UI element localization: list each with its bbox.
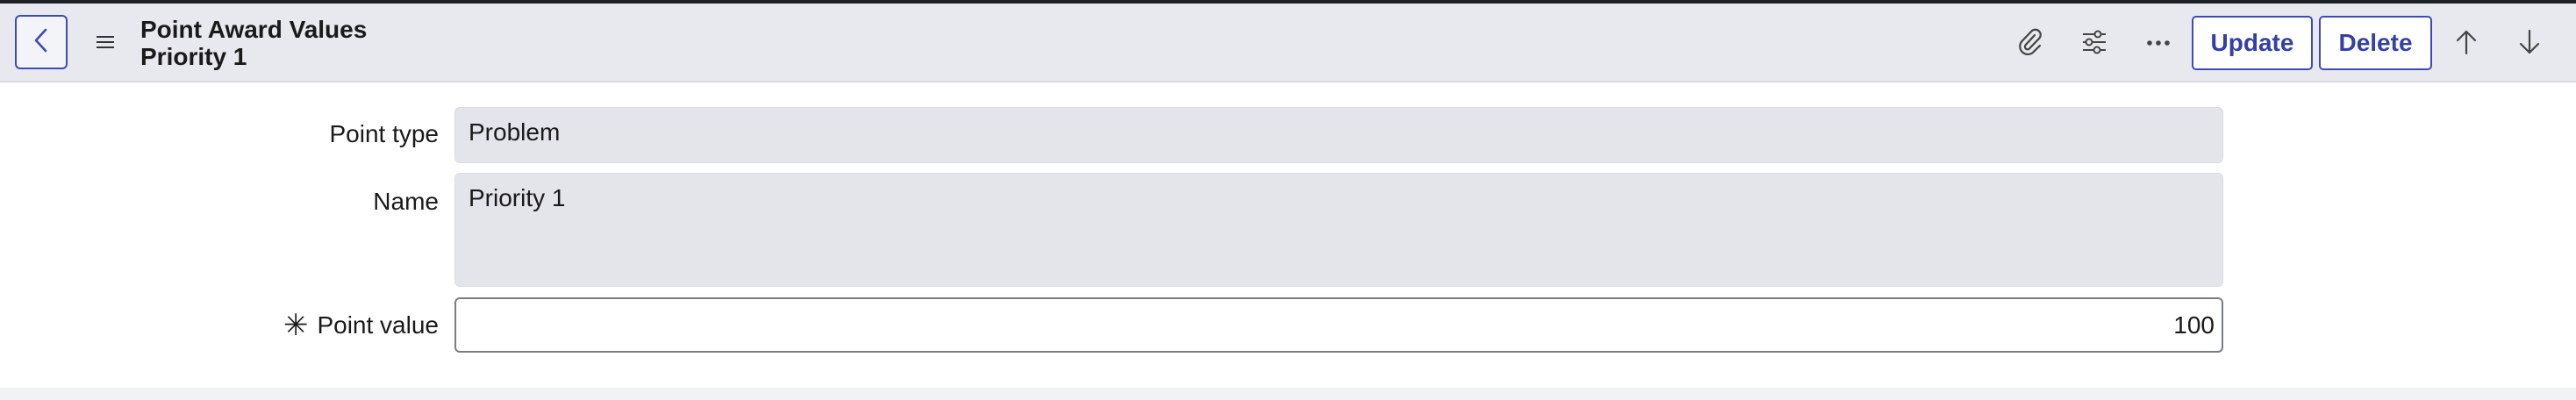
delete-button[interactable]: Delete <box>2319 16 2432 70</box>
point-type-row: Point type Problem <box>0 105 2576 163</box>
page-title: Point Award Values <box>140 16 368 43</box>
settings-sliders-icon <box>2080 29 2108 60</box>
page-subtitle: Priority 1 <box>140 43 247 70</box>
back-button[interactable] <box>15 15 68 69</box>
point-type-label: Point type <box>329 120 439 147</box>
point-value-row: ✳ Point value 100 <box>0 297 2576 354</box>
point-value-label: Point value <box>317 311 439 339</box>
arrow-up-icon <box>2455 28 2478 61</box>
name-label: Name <box>373 188 439 215</box>
form-bottom-band <box>0 388 2576 400</box>
update-button[interactable]: Update <box>2192 16 2313 70</box>
point-value-label-group: ✳ Point value <box>283 297 439 354</box>
point-value-input[interactable]: 100 <box>454 297 2223 353</box>
page-title-block: Point Award Values Priority 1 <box>140 16 367 70</box>
paperclip-icon <box>2016 27 2044 61</box>
more-options-button[interactable] <box>2139 25 2178 63</box>
name-field[interactable]: Priority 1 <box>454 173 2223 287</box>
menu-icon[interactable] <box>93 30 118 54</box>
form-header: Point Award Values Priority 1 Update Del… <box>0 4 2576 82</box>
previous-record-button[interactable] <box>2447 25 2486 63</box>
next-record-button[interactable] <box>2510 25 2549 63</box>
more-icon <box>2146 36 2171 52</box>
point-type-field[interactable]: Problem <box>454 107 2223 163</box>
name-row: Name Priority 1 <box>0 173 2576 287</box>
chevron-left-icon <box>32 27 51 58</box>
arrow-down-icon <box>2518 28 2541 61</box>
required-icon: ✳ <box>283 309 309 342</box>
personalize-form-button[interactable] <box>2075 25 2114 63</box>
attachment-button[interactable] <box>2011 25 2050 63</box>
